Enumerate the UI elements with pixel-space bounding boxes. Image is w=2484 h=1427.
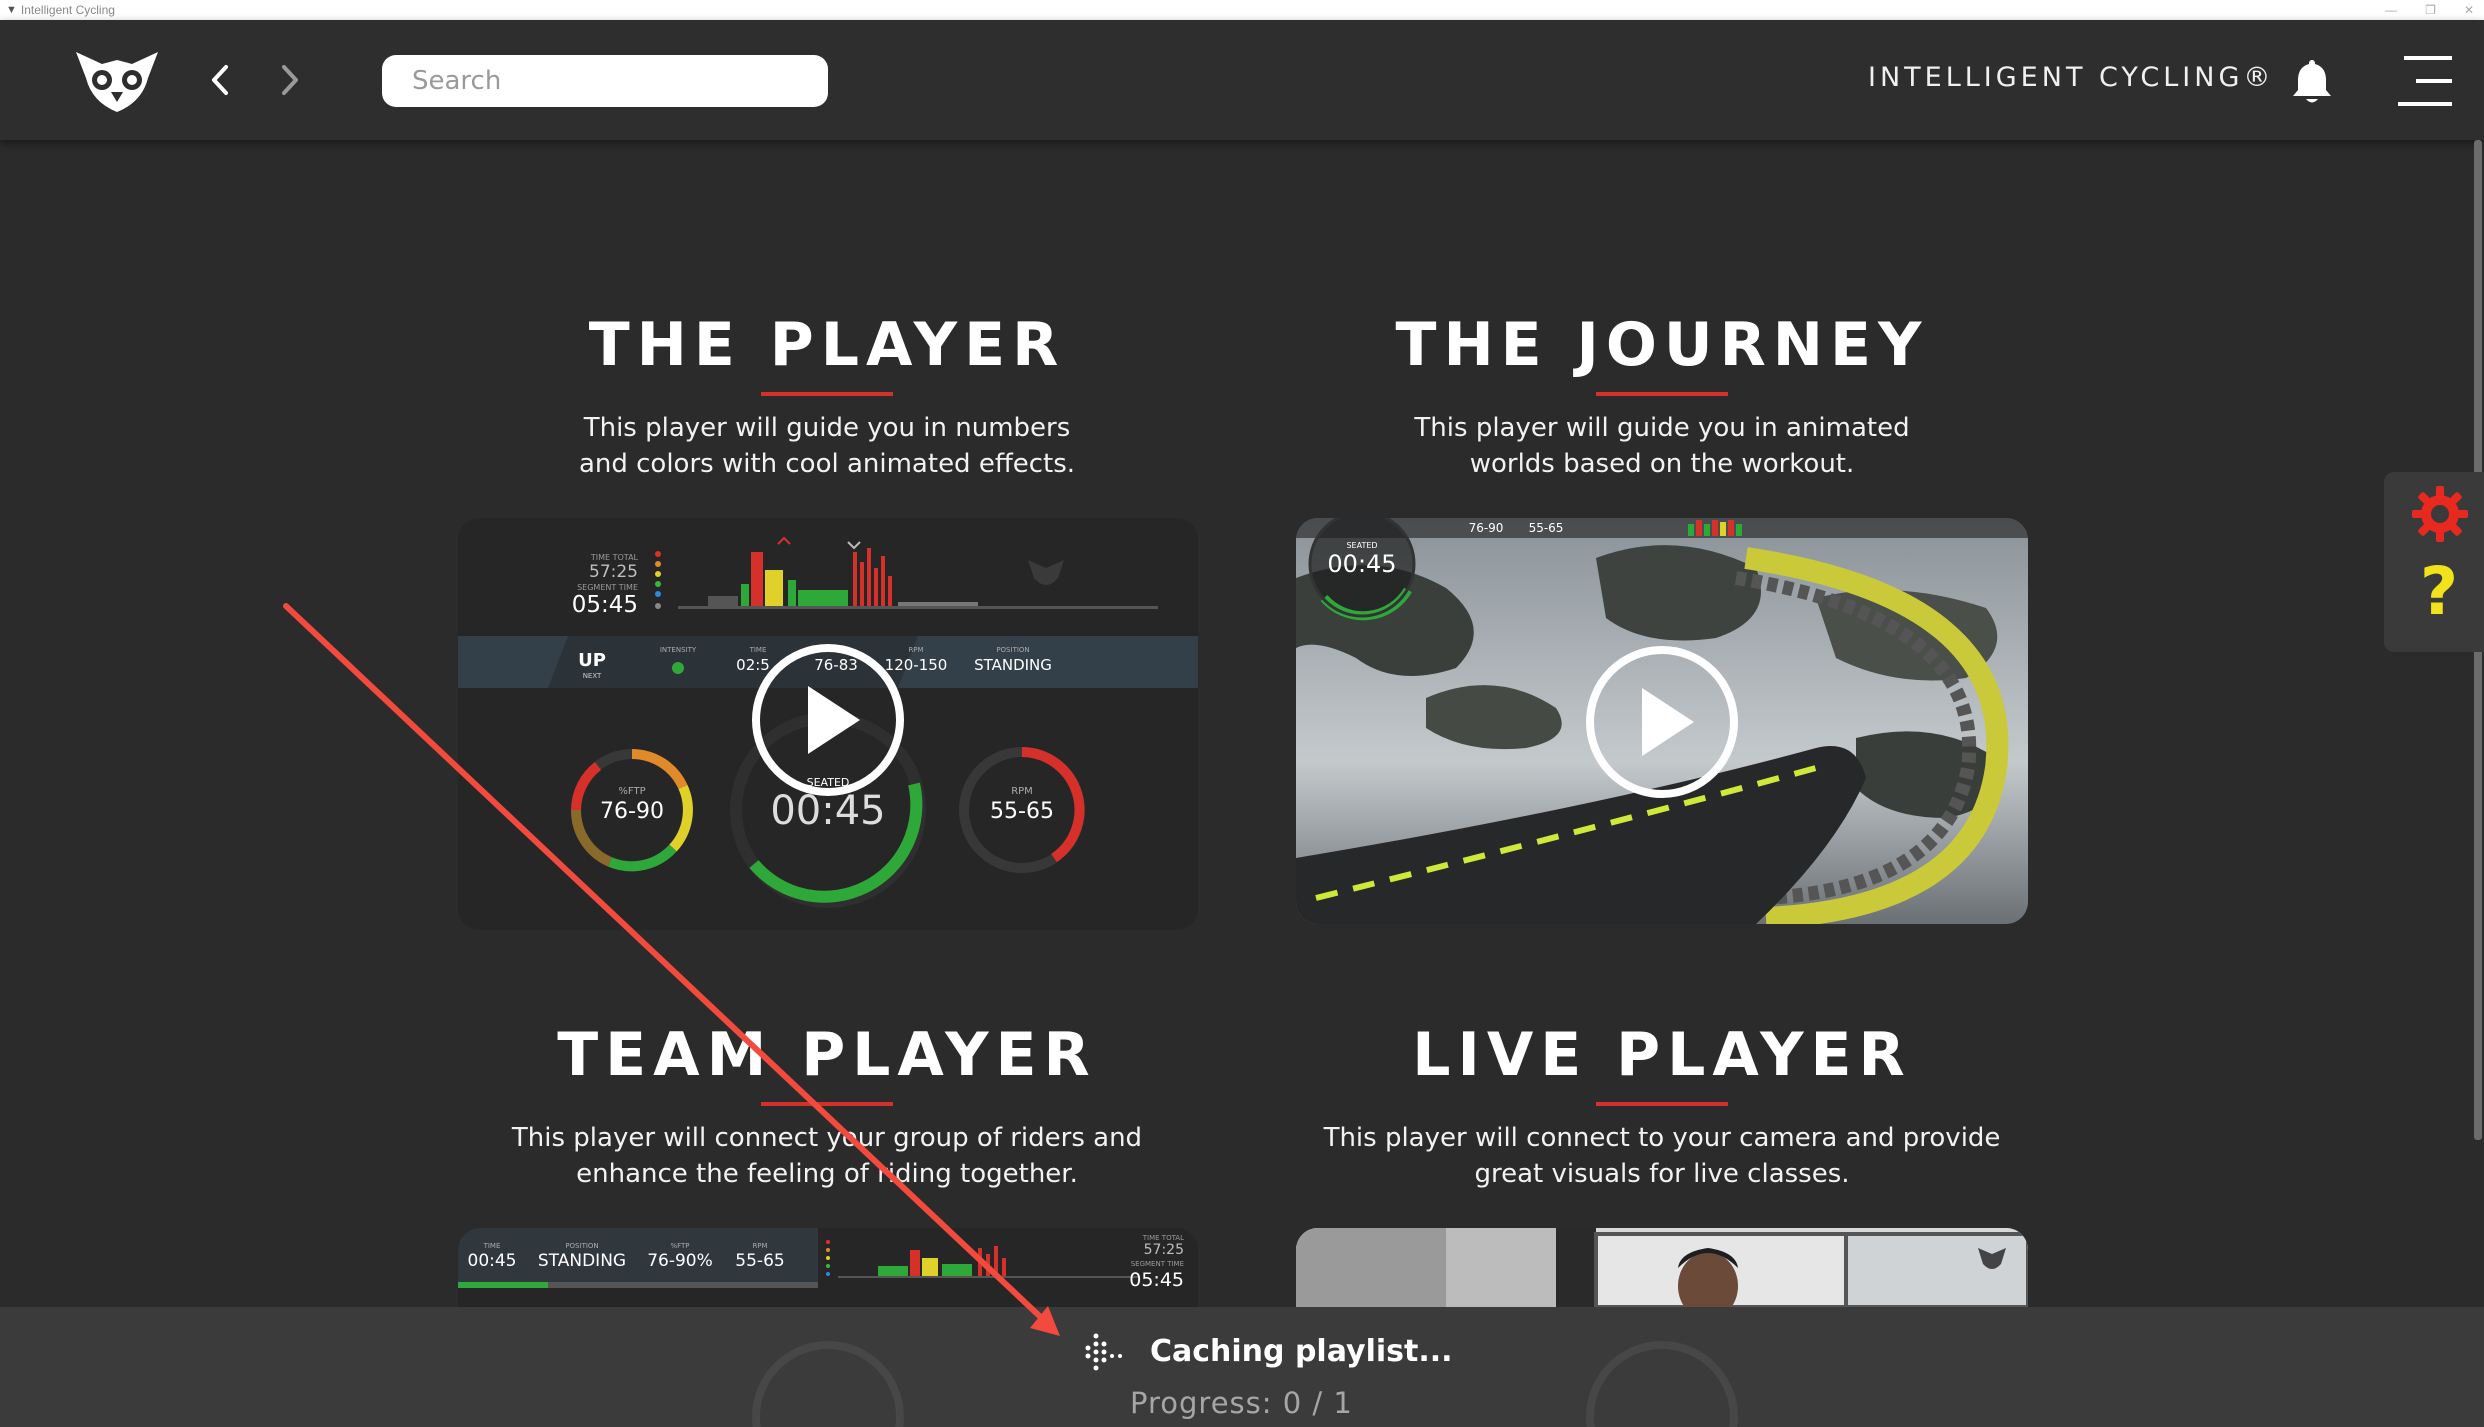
side-tools-panel: ? bbox=[2384, 472, 2484, 652]
caching-progress-text: Progress: 0 / 1 bbox=[1130, 1386, 1353, 1420]
title-underline bbox=[1596, 392, 1728, 396]
window-title: Intelligent Cycling bbox=[20, 3, 115, 17]
window-controls: — ❐ ✕ bbox=[2385, 0, 2474, 20]
card-description-team-player: This player will connect your group of r… bbox=[511, 1123, 1143, 1189]
settings-gear-icon[interactable] bbox=[2410, 484, 2470, 544]
journey-range2: 55-65 bbox=[1529, 521, 1564, 535]
ftp-value: 76-90 bbox=[600, 799, 664, 824]
the-player-thumbnail[interactable]: TIME TOTAL 57:25 SEGMENT TIME 05:45 UP N… bbox=[458, 518, 1198, 930]
segment-time-label: SEGMENT TIME bbox=[577, 583, 638, 592]
team-ftp: 76-90% bbox=[647, 1251, 713, 1271]
card-title-live-player: LIVE PLAYER bbox=[1412, 1020, 1912, 1090]
team-time-total: 57:25 bbox=[1144, 1242, 1184, 1258]
menu-icon[interactable] bbox=[2396, 54, 2454, 108]
window-titlebar: ▼ Intelligent Cycling — ❐ ✕ bbox=[0, 0, 2484, 20]
bell-icon[interactable] bbox=[2290, 56, 2334, 106]
journey-seated-label: SEATED bbox=[1346, 541, 1377, 550]
position-value: STANDING bbox=[974, 656, 1052, 674]
time-total-label: TIME TOTAL bbox=[590, 553, 639, 562]
chevron-left-icon bbox=[212, 65, 228, 95]
up-label: UP bbox=[578, 650, 606, 671]
card-description-the-journey: This player will guide you in animated w… bbox=[1414, 413, 1910, 479]
rpm2-value: 55-65 bbox=[990, 799, 1054, 824]
team-time-total-label: TIME TOTAL bbox=[1142, 1234, 1184, 1242]
team-dashboard-preview: TIME 00:45 POSITION STANDING %FTP 76-90%… bbox=[458, 1228, 1198, 1307]
live-camera-preview bbox=[1296, 1228, 2028, 1307]
team-segment-time: 05:45 bbox=[1129, 1269, 1184, 1291]
loading-dots-icon bbox=[1085, 1333, 1122, 1371]
owl-logo-icon[interactable] bbox=[72, 46, 162, 116]
segment-time-value: 05:45 bbox=[572, 592, 638, 618]
back-button[interactable] bbox=[202, 60, 238, 100]
brand-name: INTELLIGENT CYCLING® bbox=[1868, 62, 2275, 93]
time-total-value: 57:25 bbox=[589, 562, 638, 582]
intensity-label: INTENSITY bbox=[660, 646, 697, 654]
title-underline bbox=[761, 392, 893, 396]
journey-time: 00:45 bbox=[1327, 550, 1396, 578]
search-input[interactable] bbox=[382, 55, 828, 107]
card-title-the-player: THE PLAYER bbox=[588, 310, 1066, 380]
title-underline bbox=[1596, 1102, 1728, 1106]
next-label: NEXT bbox=[583, 672, 602, 680]
minimize-icon[interactable]: — bbox=[2385, 3, 2397, 17]
card-description-live-player: This player will connect to your camera … bbox=[1323, 1123, 2001, 1189]
card-title-the-journey: THE JOURNEY bbox=[1395, 310, 1929, 380]
team-position: STANDING bbox=[538, 1251, 626, 1271]
title-underline bbox=[761, 1102, 893, 1106]
journey-range1: 76-90 bbox=[1469, 521, 1504, 535]
app-icon: ▼ bbox=[6, 4, 17, 16]
forward-button[interactable] bbox=[272, 60, 308, 100]
card-description-the-player: This player will guide you in numbers an… bbox=[578, 413, 1076, 479]
caching-text: Caching playlist... bbox=[1150, 1334, 1453, 1369]
team-rpm: 55-65 bbox=[735, 1251, 784, 1271]
team-rpm-label: RPM bbox=[752, 1242, 767, 1250]
card-title-team-player: TEAM PLAYER bbox=[557, 1020, 1097, 1090]
play-icon[interactable] bbox=[1582, 642, 1742, 802]
play-icon[interactable] bbox=[748, 640, 908, 800]
close-icon[interactable]: ✕ bbox=[2464, 3, 2474, 17]
team-segment-time-label: SEGMENT TIME bbox=[1131, 1260, 1184, 1268]
live-player-thumbnail[interactable] bbox=[1296, 1228, 2028, 1307]
team-player-thumbnail[interactable]: TIME 00:45 POSITION STANDING %FTP 76-90%… bbox=[458, 1228, 1198, 1307]
team-time-label: TIME bbox=[483, 1242, 501, 1250]
the-journey-thumbnail[interactable]: 76-90 55-65 SEATED 00:45 bbox=[1296, 518, 2028, 924]
chevron-right-icon bbox=[282, 65, 298, 95]
rpm-label: RPM bbox=[908, 646, 923, 654]
position-label: POSITION bbox=[996, 646, 1029, 654]
ftp-label: %FTP bbox=[618, 786, 645, 797]
app-header: INTELLIGENT CYCLING® bbox=[0, 20, 2484, 140]
annotation-arrow bbox=[283, 603, 1060, 1336]
team-position-label: POSITION bbox=[565, 1242, 598, 1250]
team-time: 00:45 bbox=[468, 1251, 517, 1271]
team-ftp-label: %FTP bbox=[670, 1242, 689, 1250]
help-icon[interactable]: ? bbox=[2404, 552, 2474, 632]
restore-icon[interactable]: ❐ bbox=[2425, 3, 2436, 17]
rpm2-label: RPM bbox=[1011, 786, 1033, 797]
